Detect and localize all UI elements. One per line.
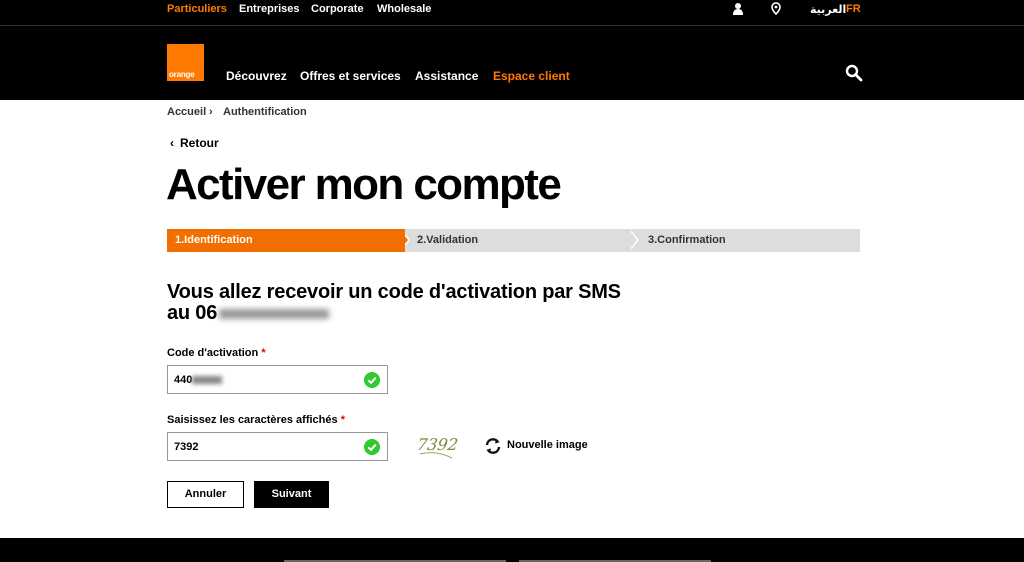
segment-particuliers[interactable]: Particuliers (167, 3, 227, 15)
back-label: Retour (180, 136, 219, 150)
masked-code-digits (192, 376, 223, 385)
step-arrow-active (399, 229, 408, 251)
captcha-image-text: 7392 (416, 435, 459, 454)
footer (0, 538, 1024, 562)
search-icon[interactable] (845, 64, 863, 82)
captcha-image: 7392 (416, 435, 459, 459)
masked-phone-number (219, 308, 330, 319)
step-validation: 2.Validation (399, 229, 631, 252)
valid-check-icon (364, 372, 380, 388)
page-title: Activer mon compte (166, 160, 562, 209)
logo-text: orange (169, 70, 195, 79)
back-link[interactable]: ‹ Retour (170, 136, 219, 150)
breadcrumb-accueil[interactable]: Accueil (167, 106, 206, 118)
location-pin-icon[interactable] (770, 2, 782, 16)
sms-info-heading: Vous allez recevoir un code d'activation… (167, 282, 627, 324)
nav-offres-et-services[interactable]: Offres et services (300, 69, 401, 83)
refresh-icon[interactable] (484, 437, 502, 455)
breadcrumb-authentification: Authentification (223, 106, 307, 118)
language-french-link[interactable]: FR (846, 3, 861, 15)
step-identification: 1.Identification (167, 229, 405, 252)
activation-code-label: Code d'activation * (167, 347, 266, 359)
valid-check-icon (364, 439, 380, 455)
captcha-value: 7392 (174, 441, 199, 453)
segment-entreprises[interactable]: Entreprises (239, 3, 300, 15)
required-mark: * (340, 414, 345, 426)
captcha-input[interactable]: 7392 (167, 432, 388, 461)
activation-code-value: 440 (174, 374, 223, 386)
required-mark: * (261, 347, 266, 359)
segment-wholesale[interactable]: Wholesale (377, 3, 431, 15)
top-bar: Particuliers Entreprises Corporate Whole… (0, 0, 1024, 25)
step-confirmation: 3.Confirmation (630, 229, 860, 252)
step-arrow (628, 229, 637, 251)
nav-decouvrez[interactable]: Découvrez (226, 69, 287, 83)
breadcrumb-separator-icon: › (209, 106, 213, 118)
new-image-link[interactable]: Nouvelle image (507, 439, 588, 451)
orange-logo[interactable]: orange (167, 44, 204, 81)
cancel-button[interactable]: Annuler (167, 481, 244, 508)
next-button[interactable]: Suivant (254, 481, 329, 508)
segment-corporate[interactable]: Corporate (311, 3, 364, 15)
language-arabic-link[interactable]: العربية (810, 3, 846, 16)
nav-espace-client[interactable]: Espace client (493, 69, 570, 83)
user-icon[interactable] (732, 2, 744, 16)
captcha-label-text: Saisissez les caractères affichés (167, 414, 338, 426)
captcha-label: Saisissez les caractères affichés * (167, 414, 345, 426)
activation-code-visible-digits: 440 (174, 374, 193, 386)
progress-steps: 3.Confirmation 2.Validation 1.Identifica… (167, 229, 860, 252)
main-header: orange Découvrez Offres et services Assi… (0, 26, 1024, 100)
chevron-left-icon: ‹ (170, 136, 174, 150)
activation-code-label-text: Code d'activation (167, 347, 259, 359)
activation-code-input[interactable]: 440 (167, 365, 388, 394)
nav-assistance[interactable]: Assistance (415, 69, 478, 83)
